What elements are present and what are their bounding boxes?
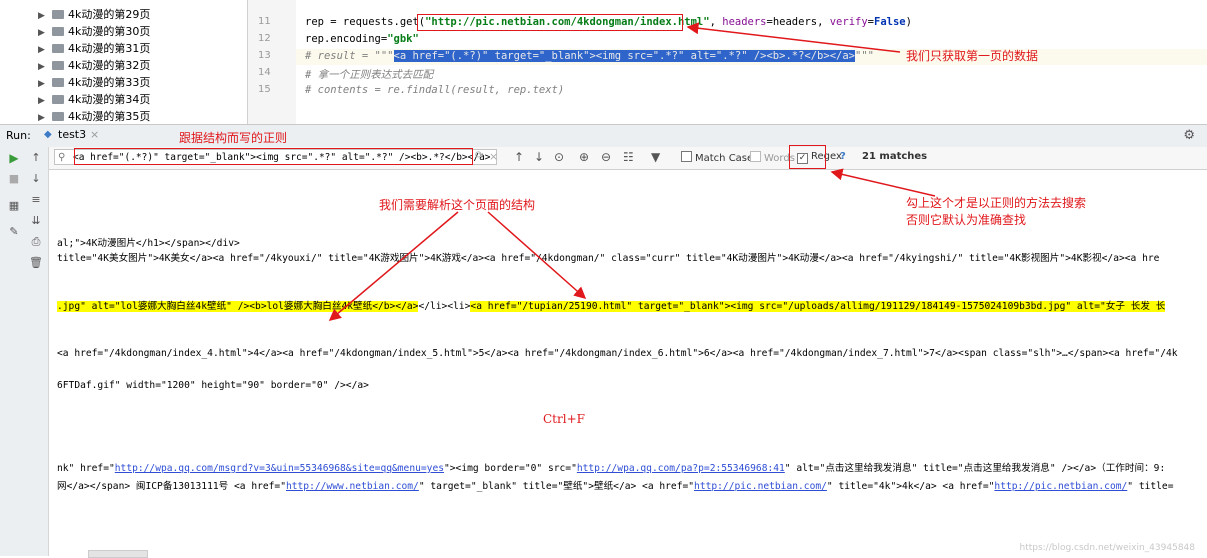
regex-help-link[interactable]: ?	[840, 151, 846, 162]
code-token: <a href="(.*?)" target="_blank"><img src…	[393, 50, 855, 62]
code-token: ,	[709, 16, 723, 28]
pin-icon[interactable]: ✎	[7, 225, 21, 239]
previous-occurrence-icon[interactable]: ↑	[514, 150, 524, 164]
folder-icon	[52, 44, 64, 53]
code-token: =headers,	[766, 16, 830, 28]
run-tab-test3[interactable]: test3	[58, 128, 86, 141]
print-icon[interactable]: ⎙	[29, 235, 43, 249]
checkbox-box	[750, 151, 761, 162]
code-line[interactable]: # 拿一个正则表达式去匹配	[305, 67, 433, 82]
console-link[interactable]: http://pic.netbian.com/	[994, 481, 1127, 492]
line-number: 15	[258, 84, 271, 95]
folder-icon	[52, 10, 64, 19]
run-toolbar: ▶ ↑ ■ ↓ ≡ ▦ ⇊ ✎ ⎙ 🗑	[0, 147, 49, 556]
annotation-regex-note-1: 勾上这个才是以正则的方法去搜索	[906, 196, 1087, 210]
horizontal-scrollbar-thumb[interactable]	[88, 550, 148, 558]
find-all-icon[interactable]: ⊙	[554, 150, 564, 164]
annotation-regex-note-2: 否则它默认为准确查找	[906, 213, 1027, 227]
code-token: False	[874, 16, 906, 28]
tree-item[interactable]: ▶ 4k动漫的第33页	[38, 74, 150, 91]
console-line: 6FTDaf.gif" width="1200" height="90" bor…	[57, 380, 369, 391]
tree-item[interactable]: ▶ 4k动漫的第30页	[38, 23, 150, 40]
console-link[interactable]: http://pic.netbian.com/	[694, 481, 827, 492]
close-icon[interactable]: ×	[90, 128, 99, 141]
stop-icon[interactable]: ■	[7, 172, 21, 186]
code-line[interactable]: # result = """<a href="(.*?)" target="_b…	[305, 50, 874, 62]
match-case-checkbox[interactable]: Match Case	[681, 151, 753, 164]
console-link[interactable]: http://wpa.qq.com/pa?p=2:55346968:41	[577, 463, 785, 474]
code-token: )	[905, 16, 912, 28]
layout-icon[interactable]: ▦	[7, 199, 21, 213]
annotation-ctrl-f: Ctrl+F	[543, 412, 585, 426]
chevron-right-icon[interactable]: ▶	[38, 110, 48, 124]
code-line[interactable]: rep.encoding="gbk"	[305, 33, 419, 45]
line-number: 11	[258, 16, 271, 27]
code-editor[interactable]: 11 12 13 14 15 rep = requests.get("http:…	[248, 0, 1207, 124]
code-token: """	[855, 50, 874, 62]
folder-icon	[52, 27, 64, 36]
code-token: headers	[722, 16, 767, 28]
tree-item[interactable]: ▶ 4k动漫的第32页	[38, 57, 150, 74]
tree-item[interactable]: ▶ 4k动漫的第31页	[38, 40, 150, 57]
console-link[interactable]: http://www.netbian.com/	[286, 481, 419, 492]
regex-checkbox-highlight-box	[789, 145, 826, 169]
console-line: al;">4K动漫图片</h1></span></div>	[57, 238, 240, 249]
folder-icon	[52, 95, 64, 104]
annotation-parse-structure: 我们需要解析这个页面的结构	[379, 198, 536, 212]
arrow-up-icon[interactable]: ↑	[29, 151, 43, 165]
console-line: <a href="/4kdongman/index_4.html">4</a><…	[57, 348, 1178, 359]
console-line: .jpg" alt="lol婆娜大胸白丝4k壁纸" /><b>lol婆娜大胸白丝…	[57, 301, 1166, 312]
line-number: 14	[258, 67, 271, 78]
clear-search-icon[interactable]: ×	[489, 150, 498, 163]
code-token: # 拿一个正则表达式去匹配	[305, 69, 434, 81]
code-token: rep = requests.get(	[305, 16, 426, 28]
search-match-highlight: .jpg" alt="lol婆娜大胸白丝4k壁纸" /><b>lol婆娜大胸白丝…	[57, 301, 419, 312]
folder-icon	[52, 112, 64, 121]
rerun-icon[interactable]: ▶	[7, 151, 21, 165]
tree-item[interactable]: ▶ 4k动漫的第35页	[38, 108, 150, 124]
console-line: nk" href="http://wpa.qq.com/msgrd?v=3&ui…	[57, 463, 1166, 474]
tree-item[interactable]: ▶ 4k动漫的第34页	[38, 91, 150, 108]
add-selection-icon[interactable]: ⊕	[579, 150, 589, 164]
remove-selection-icon[interactable]: ⊖	[601, 150, 611, 164]
soft-wrap-icon[interactable]: ≡	[29, 193, 43, 207]
gear-icon[interactable]: ⚙	[1183, 128, 1195, 143]
run-label: Run:	[6, 129, 31, 142]
folder-icon	[52, 61, 64, 70]
next-occurrence-icon[interactable]: ↓	[534, 150, 544, 164]
folder-icon	[52, 78, 64, 87]
url-highlight-box	[417, 14, 683, 31]
search-history-icon[interactable]: ⟳	[475, 150, 483, 161]
annotation-first-page: 我们只获取第一页的数据	[906, 49, 1039, 63]
python-icon: ◆	[44, 129, 52, 140]
search-match-highlight: <a href="/tupian/25190.html" target="_bl…	[470, 301, 1166, 312]
select-all-occurrences-icon[interactable]: ☷	[623, 150, 634, 164]
code-token: verify	[829, 16, 868, 28]
annotation-regex-by-structure: 跟据结构而写的正则	[179, 131, 288, 145]
regex-highlight-box	[74, 148, 473, 165]
console-link[interactable]: http://wpa.qq.com/msgrd?v=3&uin=55346968…	[115, 463, 444, 474]
filter-icon[interactable]: ▼	[651, 150, 660, 164]
code-token: "gbk"	[387, 33, 419, 45]
tree-item[interactable]: ▶ 4k动漫的第29页	[38, 6, 150, 23]
checkbox-box	[681, 151, 692, 162]
watermark: https://blog.csdn.net/weixin_43945848	[1019, 543, 1195, 553]
line-gutter: 11 12 13 14 15	[248, 0, 296, 124]
project-tree: ▶ 4k动漫的第29页 ▶ 4k动漫的第30页 ▶ 4k动漫的第31页 ▶ 4k动漫的第…	[0, 0, 247, 124]
code-token: rep.encoding=	[305, 33, 388, 45]
arrow-down-icon[interactable]: ↓	[29, 172, 43, 186]
code-line[interactable]: # contents = re.findall(result, rep.text…	[305, 84, 564, 96]
code-token: # result = """	[305, 50, 394, 62]
trash-icon[interactable]: 🗑	[29, 256, 43, 270]
line-number: 12	[258, 33, 271, 44]
console-output[interactable]: al;">4K动漫图片</h1></span></div> title="4K美…	[49, 170, 1207, 556]
scroll-to-end-icon[interactable]: ⇊	[29, 214, 43, 228]
search-icon: ⚲	[58, 152, 66, 163]
console-line: title="4K美女图片">4K美女</a><a href="/4kyouxi…	[57, 253, 1160, 264]
match-count: 21 matches	[862, 151, 928, 162]
code-token: # contents = re.findall(result, rep.text…	[305, 84, 565, 96]
line-number: 13	[258, 50, 271, 61]
console-line: 网</a></span> 闽ICP备13013111号 <a href="htt…	[57, 481, 1174, 492]
